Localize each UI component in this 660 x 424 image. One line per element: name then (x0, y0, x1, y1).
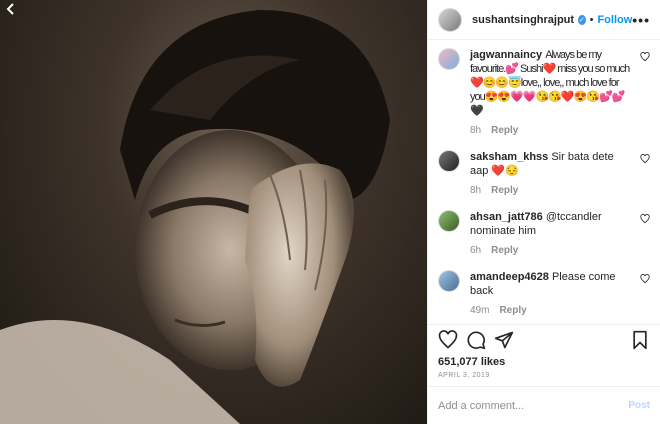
heart-icon[interactable] (438, 329, 458, 350)
commenter-username[interactable]: saksham_khss (470, 151, 548, 163)
add-comment-input[interactable] (438, 399, 629, 412)
more-options-icon[interactable]: ••• (632, 12, 650, 28)
comment-item: amandeep4628 Please come back 49m Reply (438, 270, 650, 318)
reply-button[interactable]: Reply (491, 185, 518, 196)
reply-button[interactable]: Reply (499, 305, 526, 316)
comment-item: ahsan_jatt786 @tccandler nominate him 6h… (438, 210, 650, 258)
heart-icon[interactable] (640, 52, 650, 62)
comment-time: 8h (470, 125, 482, 136)
post-comment-button[interactable]: Post (628, 400, 650, 411)
instagram-post: sushantsinghrajput ✓ • Follow ••• jagwan… (0, 0, 660, 424)
post-header: sushantsinghrajput ✓ • Follow ••• (428, 0, 660, 40)
commenter-avatar[interactable] (438, 48, 460, 70)
post-sidebar: sushantsinghrajput ✓ • Follow ••• jagwan… (427, 0, 660, 424)
heart-icon[interactable] (640, 154, 650, 164)
commenter-username[interactable]: jagwannaincy (470, 49, 542, 61)
comment-time: 6h (470, 245, 482, 256)
separator-dot: • (589, 13, 594, 26)
verified-badge-icon: ✓ (578, 14, 586, 25)
author-avatar[interactable] (438, 7, 462, 32)
bookmark-icon[interactable] (630, 330, 650, 350)
likes-count[interactable]: 651,077 likes (428, 354, 660, 370)
comment-time: 8h (470, 185, 482, 196)
photo-illustration (0, 10, 390, 424)
commenter-username[interactable]: amandeep4628 (470, 271, 549, 283)
reply-button[interactable]: Reply (491, 245, 518, 256)
author-username[interactable]: sushantsinghrajput (472, 14, 574, 26)
heart-icon[interactable] (640, 214, 650, 224)
comment-item: jagwannaincy Always be my favourite.💕 Su… (438, 48, 650, 138)
commenter-avatar[interactable] (438, 210, 460, 232)
comment-time: 49m (470, 305, 490, 316)
add-comment-bar: Post (428, 386, 660, 424)
action-bar (428, 324, 660, 354)
comment-icon[interactable] (466, 330, 486, 350)
commenter-avatar[interactable] (438, 270, 460, 292)
heart-icon[interactable] (640, 274, 650, 284)
commenter-avatar[interactable] (438, 150, 460, 172)
comment-item: saksham_khss Sir bata dete aap ❤️😔 8h Rep… (438, 150, 650, 198)
comments-list: jagwannaincy Always be my favourite.💕 Su… (428, 40, 660, 324)
reply-button[interactable]: Reply (491, 125, 518, 136)
commenter-username[interactable]: ahsan_jatt786 (470, 211, 543, 223)
post-photo (0, 0, 427, 424)
chevron-left-icon[interactable] (0, 0, 22, 18)
post-date: APRIL 3, 2019 (438, 372, 490, 379)
follow-button[interactable]: Follow (597, 14, 632, 26)
paper-plane-icon[interactable] (494, 330, 514, 350)
